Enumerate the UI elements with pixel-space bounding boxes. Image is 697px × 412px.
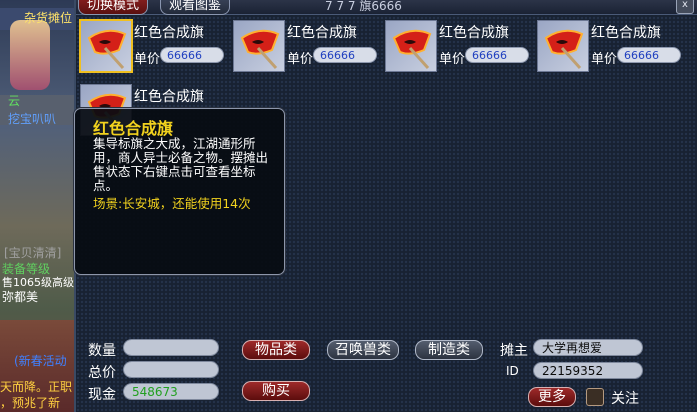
top-marks-text: 7 7 7 旗6666 bbox=[325, 0, 402, 13]
close-button[interactable]: x bbox=[676, 0, 694, 14]
item-price-label: 单价 bbox=[134, 52, 161, 67]
item-name: 红色合成旗 bbox=[287, 25, 357, 41]
tab-switch-mode[interactable]: 切换模式 bbox=[78, 0, 149, 15]
category-craft-button[interactable]: 制造类 bbox=[415, 340, 483, 360]
item-card[interactable]: 红色合成旗 单价 66666 bbox=[537, 20, 687, 74]
scene-text-dig: 挖宝叭叭 bbox=[8, 112, 57, 126]
item-card[interactable]: 红色合成旗 单价 66666 bbox=[233, 20, 383, 74]
close-icon: x bbox=[682, 0, 688, 10]
item-price-label: 单价 bbox=[439, 52, 466, 67]
id-field: 22159352 bbox=[533, 362, 643, 379]
game-scene-background: 杂货摊位 云 挖宝叭叭 [宝贝清清] 装备等级 售1065级高级 弥都美 (新春… bbox=[0, 0, 80, 412]
id-label: ID bbox=[506, 364, 519, 378]
item-name: 红色合成旗 bbox=[591, 25, 661, 41]
buy-button[interactable]: 购买 bbox=[242, 381, 310, 401]
tooltip-description: 集导标旗之大成，江湖通形所用，商人异士必备之物。摆摊出售状态下右键点击可查看坐标… bbox=[93, 136, 269, 193]
item-price: 66666 bbox=[617, 47, 681, 63]
red-flag-icon bbox=[240, 29, 280, 70]
item-thumbnail[interactable] bbox=[537, 20, 589, 72]
item-name: 红色合成旗 bbox=[439, 25, 509, 41]
item-name: 红色合成旗 bbox=[134, 89, 204, 105]
scene-text-baby: [宝贝清清] bbox=[4, 246, 62, 260]
category-summon-button[interactable]: 召唤兽类 bbox=[327, 340, 399, 360]
follow-checkbox[interactable] bbox=[586, 388, 604, 406]
scene-text-name: 弥都美 bbox=[2, 290, 39, 304]
item-thumbnail[interactable] bbox=[385, 20, 437, 72]
item-name: 红色合成旗 bbox=[134, 25, 204, 41]
scene-text-omen: ，预兆了新 bbox=[0, 396, 61, 410]
scene-text-cloud: 云 bbox=[8, 94, 21, 108]
item-thumbnail[interactable] bbox=[233, 20, 285, 72]
more-button[interactable]: 更多 bbox=[528, 387, 576, 407]
item-card[interactable]: 红色合成旗 单价 66666 bbox=[79, 19, 230, 74]
tab-view-map[interactable]: 观看图鉴 bbox=[160, 0, 231, 15]
follow-label: 关注 bbox=[611, 391, 639, 407]
red-flag-icon bbox=[392, 29, 432, 70]
cash-field: 548673 bbox=[123, 383, 219, 400]
scene-text-stall: 杂货摊位 bbox=[24, 11, 73, 25]
scene-text-sky: 天而降。正职 bbox=[0, 380, 73, 394]
item-price-label: 单价 bbox=[591, 52, 618, 67]
red-flag-icon bbox=[544, 29, 584, 70]
cash-label: 现金 bbox=[88, 387, 116, 403]
owner-label: 摊主 bbox=[500, 343, 528, 359]
item-thumbnail[interactable] bbox=[79, 19, 133, 73]
item-price: 66666 bbox=[160, 47, 224, 63]
scene-text-event: (新春活动 bbox=[14, 354, 67, 368]
owner-field: 大学再想爱 bbox=[533, 339, 643, 356]
item-price: 66666 bbox=[313, 47, 377, 63]
item-card[interactable]: 红色合成旗 单价 66666 bbox=[385, 20, 535, 74]
item-price: 66666 bbox=[465, 47, 529, 63]
quantity-input[interactable] bbox=[123, 339, 219, 356]
total-field bbox=[123, 361, 219, 378]
item-tooltip: 红色合成旗 集导标旗之大成，江湖通形所用，商人异士必备之物。摆摊出售状态下右键点… bbox=[74, 108, 285, 275]
total-label: 总价 bbox=[88, 365, 116, 381]
quantity-label: 数量 bbox=[88, 343, 116, 359]
item-price-label: 单价 bbox=[287, 52, 314, 67]
category-goods-button[interactable]: 物品类 bbox=[242, 340, 310, 360]
red-flag-icon bbox=[87, 29, 127, 70]
tooltip-scene-info: 场景:长安城，还能使用14次 bbox=[93, 196, 251, 211]
